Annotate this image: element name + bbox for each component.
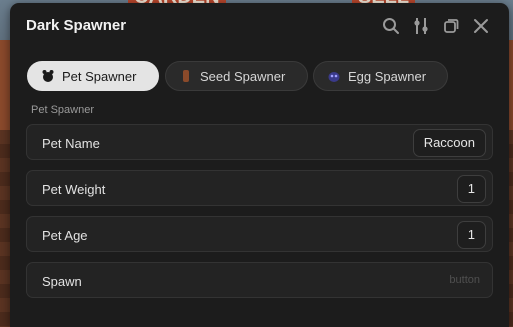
seed-icon [178, 68, 194, 84]
tab-seed-spawner[interactable]: Seed Spawner [165, 61, 308, 91]
pet-age-label: Pet Age [42, 228, 88, 243]
section-label: Pet Spawner [31, 104, 94, 116]
spawn-label: Spawn [42, 274, 82, 289]
tab-label: Egg Spawner [348, 68, 427, 84]
pet-name-input[interactable]: Raccoon [412, 129, 486, 157]
pet-name-label: Pet Name [42, 136, 100, 151]
minimize-window-icon[interactable] [440, 15, 462, 37]
spawner-window: Dark Spawner Pet Spawner Seed Spawner Eg… [10, 3, 509, 327]
title-bar: Dark Spawner [10, 3, 509, 49]
egg-icon [326, 68, 342, 84]
pet-name-row: Pet Name Raccoon [26, 124, 493, 160]
sliders-icon[interactable] [410, 15, 432, 37]
close-icon[interactable] [470, 15, 492, 37]
tab-pet-spawner[interactable]: Pet Spawner [27, 61, 159, 91]
window-title: Dark Spawner [26, 17, 127, 34]
pet-weight-input[interactable]: 1 [456, 175, 486, 203]
spawn-button[interactable]: Spawn button [26, 262, 493, 298]
pet-weight-row: Pet Weight 1 [26, 170, 493, 206]
button-hint: button [449, 274, 480, 286]
tab-label: Pet Spawner [62, 68, 137, 84]
search-icon[interactable] [380, 15, 402, 37]
tab-egg-spawner[interactable]: Egg Spawner [313, 61, 448, 91]
pet-weight-label: Pet Weight [42, 182, 106, 197]
tab-label: Seed Spawner [200, 68, 286, 84]
pet-icon [40, 68, 56, 84]
pet-age-row: Pet Age 1 [26, 216, 493, 252]
pet-age-input[interactable]: 1 [456, 221, 486, 249]
